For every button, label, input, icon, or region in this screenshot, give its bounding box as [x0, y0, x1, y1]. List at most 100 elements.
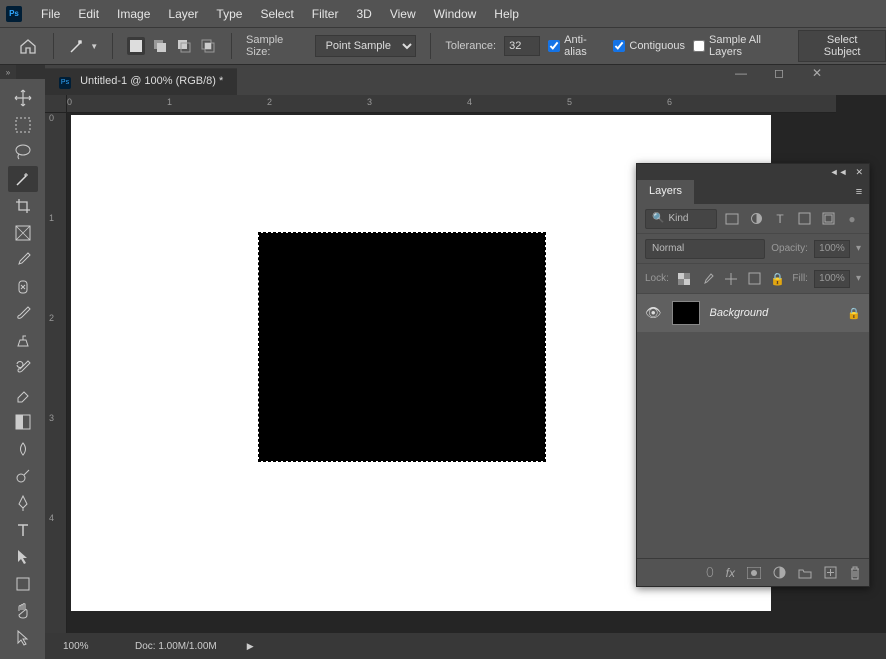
filter-kind-select[interactable]: 🔍Kind	[645, 209, 717, 229]
layer-row[interactable]: 👁 Background 🔒	[637, 294, 869, 332]
selection-subtract[interactable]	[175, 37, 193, 55]
menu-3d[interactable]: 3D	[347, 7, 380, 21]
panel-menu-icon[interactable]: ≡	[849, 180, 869, 204]
type-tool[interactable]	[8, 517, 38, 543]
blend-opacity-row: Normal Opacity: ▾	[637, 234, 869, 264]
zoom-level[interactable]: 100%	[45, 641, 115, 652]
hand-tool[interactable]	[8, 598, 38, 624]
ruler-horizontal[interactable]: 0 1 2 3 4 5 6	[67, 95, 836, 113]
document-tab-bar: Ps Untitled-1 @ 100% (RGB/8) * — ◻ ✕	[45, 65, 886, 95]
ruler-tick: 2	[49, 313, 54, 323]
delete-layer-icon[interactable]	[849, 566, 861, 580]
blend-mode-select[interactable]: Normal	[645, 239, 765, 259]
ruler-tick: 1	[49, 213, 54, 223]
menu-filter[interactable]: Filter	[303, 7, 348, 21]
magic-wand-tool[interactable]	[8, 166, 38, 192]
tolerance-input[interactable]	[504, 36, 540, 56]
marquee-tool[interactable]	[8, 112, 38, 138]
selection-intersect[interactable]	[199, 37, 217, 55]
menu-image[interactable]: Image	[108, 7, 159, 21]
clone-stamp-tool[interactable]	[8, 328, 38, 354]
frame-tool[interactable]	[8, 220, 38, 246]
sample-size-select[interactable]: Point Sample	[315, 35, 417, 57]
fill-input[interactable]	[814, 270, 850, 288]
adjustment-layer-icon[interactable]	[773, 566, 786, 579]
select-subject-button[interactable]: Select Subject	[798, 30, 886, 62]
layer-fx-icon[interactable]: fx	[726, 566, 735, 580]
healing-brush-tool[interactable]	[8, 274, 38, 300]
filter-shape-icon[interactable]	[795, 210, 813, 228]
menu-select[interactable]: Select	[251, 7, 302, 21]
eraser-tool[interactable]	[8, 382, 38, 408]
ruler-tick: 2	[267, 97, 272, 107]
ruler-vertical[interactable]: 0 1 2 3 4	[45, 113, 67, 633]
lock-artboard-icon[interactable]	[745, 270, 763, 288]
status-arrow-icon[interactable]: ▶	[247, 641, 254, 652]
path-selection-tool[interactable]	[8, 544, 38, 570]
gradient-tool[interactable]	[8, 409, 38, 435]
collapse-icon[interactable]: ◄◄	[830, 167, 848, 177]
close-icon[interactable]: ✕	[808, 66, 826, 80]
filter-smart-icon[interactable]	[819, 210, 837, 228]
filter-type-icon[interactable]: T	[771, 210, 789, 228]
visibility-toggle-icon[interactable]: 👁	[645, 305, 662, 321]
filter-adjustment-icon[interactable]	[747, 210, 765, 228]
ruler-tick: 5	[567, 97, 572, 107]
magic-wand-icon[interactable]	[68, 37, 87, 55]
lock-position-icon[interactable]	[722, 270, 740, 288]
minimize-icon[interactable]: —	[732, 66, 750, 80]
contiguous-checkbox[interactable]: Contiguous	[613, 40, 685, 52]
lock-all-icon[interactable]: 🔒	[769, 270, 787, 288]
tool-bar	[0, 79, 45, 659]
crop-tool[interactable]	[8, 193, 38, 219]
layer-group-icon[interactable]	[798, 567, 812, 579]
chevron-down-icon[interactable]: ▼	[90, 42, 98, 51]
move-tool[interactable]	[8, 85, 38, 111]
menu-type[interactable]: Type	[207, 7, 251, 21]
antialias-checkbox[interactable]: Anti-alias	[548, 34, 605, 58]
lasso-tool[interactable]	[8, 139, 38, 165]
document-tab[interactable]: Ps Untitled-1 @ 100% (RGB/8) *	[45, 68, 237, 95]
blur-tool[interactable]	[8, 436, 38, 462]
new-layer-icon[interactable]	[824, 566, 837, 579]
layer-mask-icon[interactable]	[747, 567, 761, 579]
panel-close-icon[interactable]: ✕	[855, 167, 863, 178]
filter-toggle-icon[interactable]: ●	[843, 210, 861, 228]
shape-tool[interactable]	[8, 571, 38, 597]
history-brush-tool[interactable]	[8, 355, 38, 381]
separator	[53, 33, 54, 59]
opacity-input[interactable]	[814, 240, 850, 258]
lock-icon[interactable]: 🔒	[847, 307, 861, 320]
filter-pixel-icon[interactable]	[723, 210, 741, 228]
layer-name[interactable]: Background	[710, 307, 838, 319]
menu-window[interactable]: Window	[425, 7, 486, 21]
menu-help[interactable]: Help	[485, 7, 528, 21]
selection-region[interactable]	[259, 233, 545, 461]
document-tab-title: Untitled-1 @ 100% (RGB/8) *	[80, 75, 223, 87]
selection-add[interactable]	[151, 37, 169, 55]
menu-view[interactable]: View	[381, 7, 425, 21]
maximize-icon[interactable]: ◻	[770, 66, 788, 80]
dodge-tool[interactable]	[8, 463, 38, 489]
chevron-down-icon[interactable]: ▾	[856, 243, 861, 254]
home-icon[interactable]	[18, 37, 39, 55]
panel-tabs: Layers ≡	[637, 180, 869, 204]
layers-tab[interactable]: Layers	[637, 180, 694, 204]
ruler-tick: 3	[367, 97, 372, 107]
brush-tool[interactable]	[8, 301, 38, 327]
lock-pixels-icon[interactable]	[698, 270, 716, 288]
layer-thumbnail[interactable]	[672, 301, 700, 325]
menu-file[interactable]: File	[32, 7, 69, 21]
window-controls: — ◻ ✕	[732, 66, 826, 80]
eyedropper-tool[interactable]	[8, 247, 38, 273]
link-layers-icon[interactable]: ⬯	[706, 565, 714, 580]
direct-selection-tool[interactable]	[8, 625, 38, 651]
selection-new[interactable]	[127, 37, 145, 55]
sample-all-layers-checkbox[interactable]: Sample All Layers	[693, 34, 790, 58]
pen-tool[interactable]	[8, 490, 38, 516]
lock-transparency-icon[interactable]	[675, 270, 693, 288]
expand-panels-icon[interactable]: »	[0, 65, 16, 79]
menu-edit[interactable]: Edit	[69, 7, 108, 21]
menu-layer[interactable]: Layer	[159, 7, 207, 21]
chevron-down-icon[interactable]: ▾	[856, 273, 861, 284]
